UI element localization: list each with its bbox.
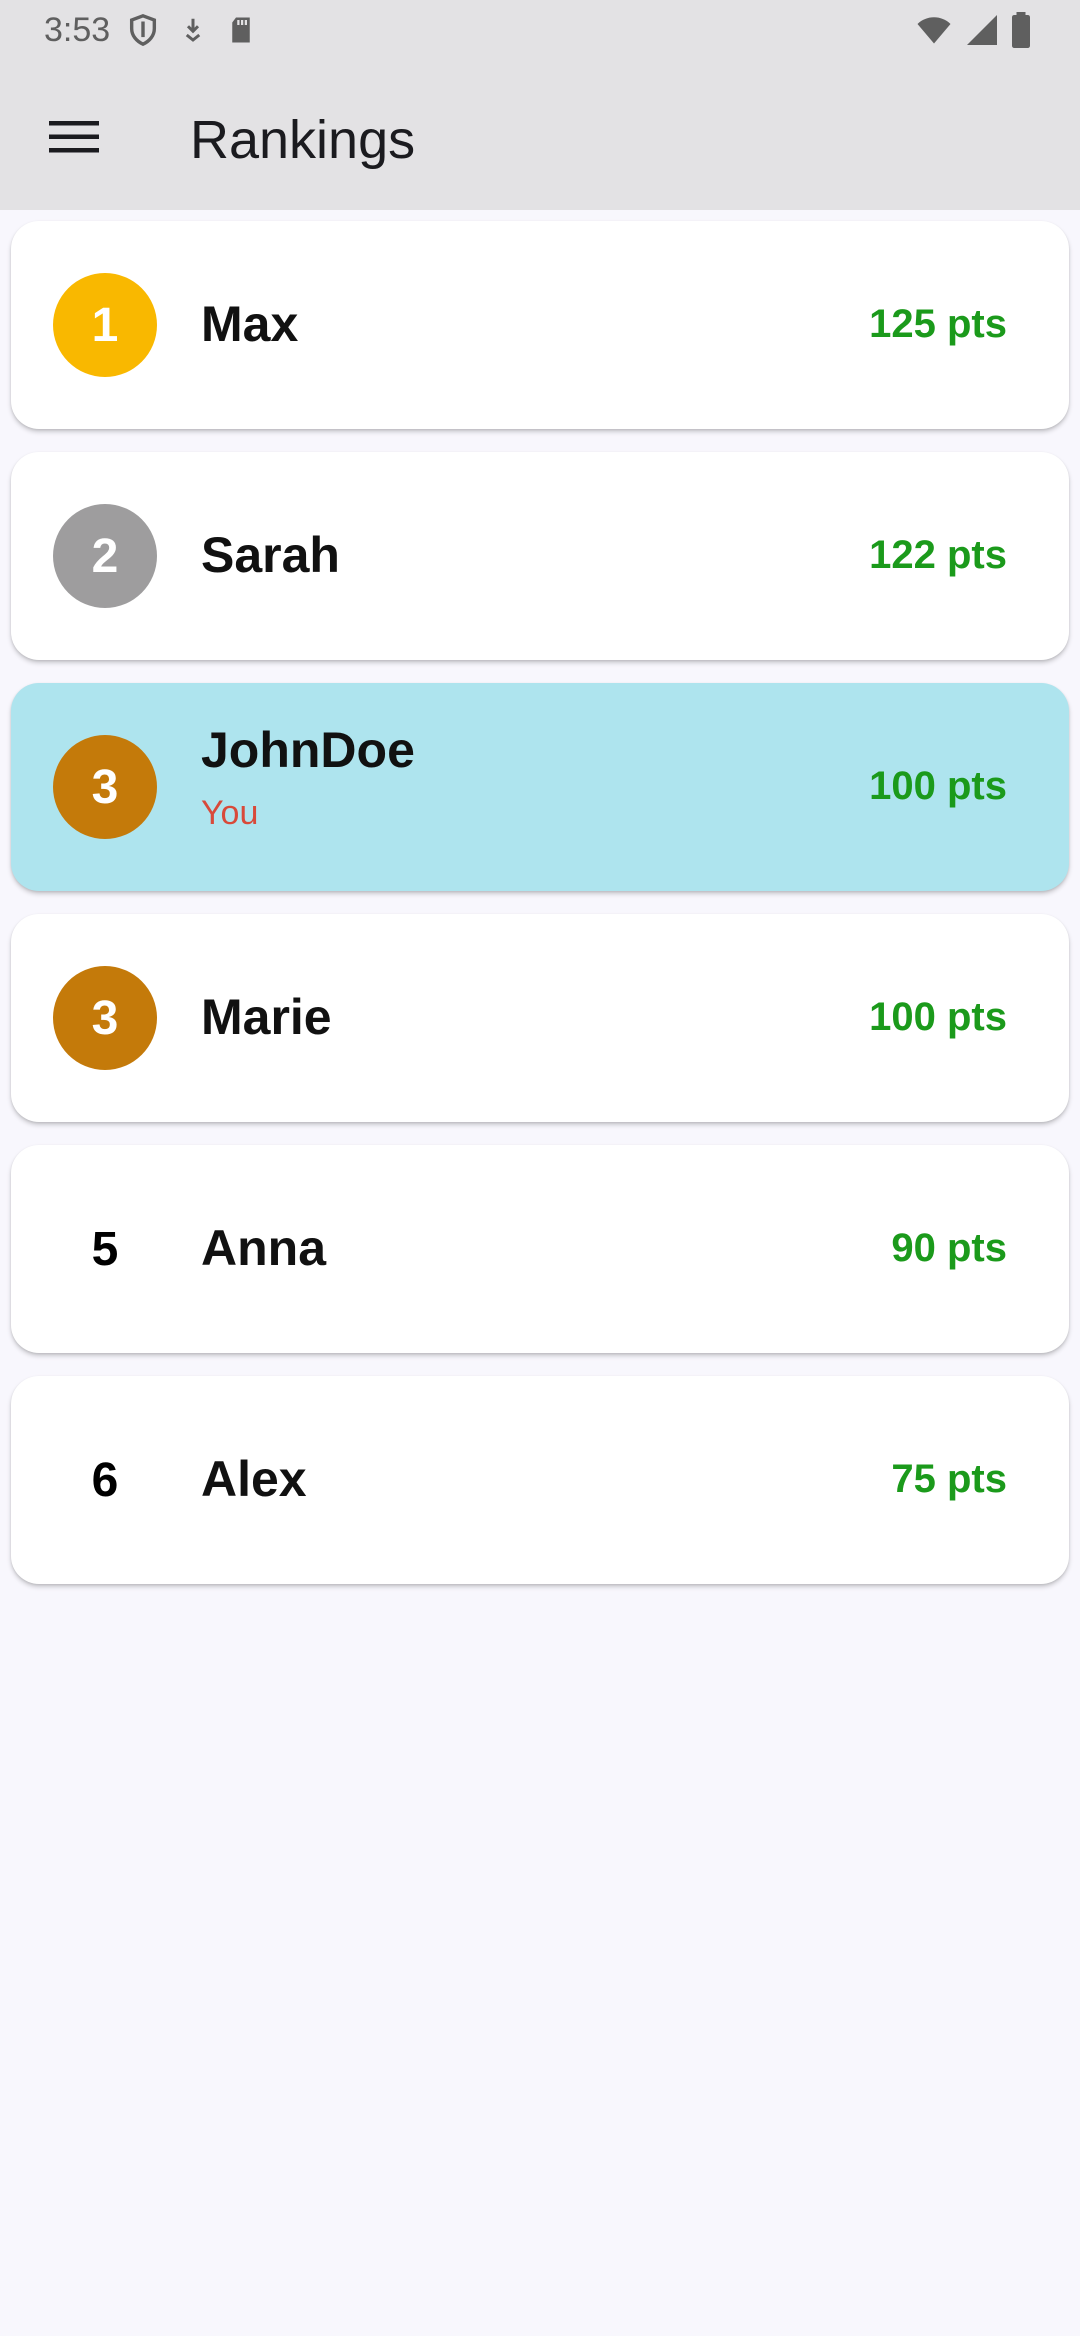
rank-number: 2 [91,529,119,583]
download-icon [185,18,201,42]
ranking-card-current-user[interactable]: 3 JohnDoe You 100 pts [11,683,1069,891]
rank-badge-silver: 2 [53,504,157,608]
sd-card-icon [232,17,250,43]
rank-number: 3 [91,991,119,1045]
player-name: Sarah [201,527,340,583]
cell-signal-icon [967,15,997,45]
rank-number: 5 [91,1222,119,1276]
status-left-icons [126,12,256,48]
player-name: Max [201,296,299,352]
player-points: 90 pts [891,1226,1007,1270]
app-bar: Rankings [0,62,1080,210]
ranking-card[interactable]: 2 Sarah 122 pts [11,452,1069,660]
player-points: 125 pts [869,302,1007,346]
wifi-icon [917,17,951,44]
status-time: 3:53 [44,11,111,49]
player-name: Anna [201,1220,326,1276]
battery-icon [1012,12,1030,48]
rank-badge-bronze: 3 [53,735,157,839]
rank-number-plain: 6 [53,1428,157,1532]
player-name: Alex [201,1451,307,1507]
player-points: 100 pts [869,764,1007,808]
menu-button[interactable] [34,102,114,172]
menu-icon [49,121,99,153]
ranking-card[interactable]: 1 Max 125 pts [11,221,1069,429]
current-user-label: You [201,794,259,832]
player-name: JohnDoe [201,722,415,778]
player-points: 122 pts [869,533,1007,577]
ranking-card[interactable]: 6 Alex 75 pts [11,1376,1069,1584]
status-right-icons [914,12,1032,48]
rank-number-plain: 5 [53,1197,157,1301]
rank-number: 3 [91,760,119,814]
rank-number: 1 [91,298,119,352]
ranking-card[interactable]: 3 Marie 100 pts [11,914,1069,1122]
rank-badge-gold: 1 [53,273,157,377]
player-name: Marie [201,989,332,1045]
shield-icon [129,14,157,47]
status-bar: 3:53 [0,0,1080,62]
rank-badge-bronze: 3 [53,966,157,1070]
ranking-card[interactable]: 5 Anna 90 pts [11,1145,1069,1353]
player-points: 100 pts [869,995,1007,1039]
player-points: 75 pts [891,1457,1007,1501]
rank-number: 6 [91,1453,119,1507]
page-title: Rankings [190,110,416,170]
